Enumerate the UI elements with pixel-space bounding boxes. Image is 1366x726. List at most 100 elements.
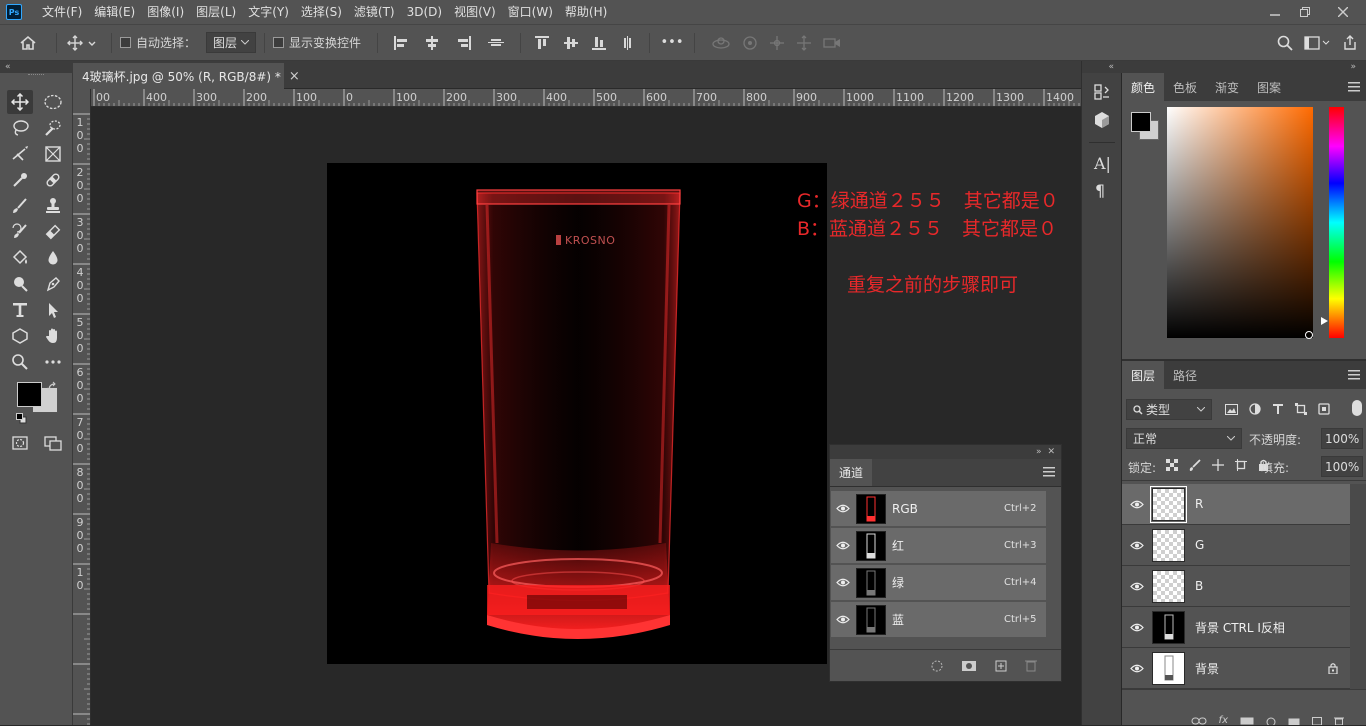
save-selection-channel-icon[interactable]: [961, 660, 977, 672]
collapse-dock-icon[interactable]: «: [1082, 61, 1122, 73]
color-picker-cursor[interactable]: [1305, 331, 1313, 339]
brush-icon[interactable]: [7, 194, 33, 218]
new-group-icon[interactable]: [1288, 717, 1300, 725]
screen-mode-icon[interactable]: [40, 431, 66, 455]
blur-tool-icon[interactable]: [40, 246, 66, 270]
menu-type[interactable]: 文字(Y): [242, 0, 295, 24]
lock-transparent-icon[interactable]: [1166, 459, 1178, 471]
align-hcenter-icon[interactable]: [425, 35, 439, 50]
auto-select-target-dropdown[interactable]: 图层: [206, 32, 257, 53]
filter-shape-icon[interactable]: [1295, 403, 1307, 415]
color-field[interactable]: [1167, 107, 1313, 338]
home-icon[interactable]: [8, 35, 48, 51]
tab-swatches[interactable]: 色板: [1164, 73, 1206, 101]
3d-panel-icon[interactable]: [1093, 111, 1111, 129]
character-panel-icon[interactable]: A|: [1094, 154, 1111, 173]
filter-type-icon[interactable]: [1272, 403, 1284, 415]
channel-row-blue[interactable]: 蓝 Ctrl+5: [831, 602, 1046, 638]
load-channel-selection-icon[interactable]: [931, 660, 943, 672]
fill-input[interactable]: 100%: [1321, 456, 1363, 477]
tab-color[interactable]: 颜色: [1122, 73, 1165, 101]
document-canvas[interactable]: KROSNO: [327, 163, 827, 664]
menu-file[interactable]: 文件(F): [36, 0, 88, 24]
foreground-color-swatch[interactable]: [17, 382, 42, 407]
menu-window[interactable]: 窗口(W): [502, 0, 559, 24]
delete-channel-icon[interactable]: [1025, 659, 1037, 672]
eye-icon[interactable]: [831, 504, 855, 513]
menu-layer[interactable]: 图层(L): [190, 0, 242, 24]
filter-smart-object-icon[interactable]: [1318, 403, 1330, 415]
menu-edit[interactable]: 编辑(E): [88, 0, 141, 24]
3d-roll-icon[interactable]: [742, 35, 758, 51]
layer-row-r[interactable]: R: [1122, 484, 1350, 525]
channel-row-green[interactable]: 绿 Ctrl+4: [831, 565, 1046, 601]
lock-pixels-icon[interactable]: [1189, 459, 1201, 471]
clone-stamp-icon[interactable]: [40, 194, 66, 218]
add-mask-icon[interactable]: [1240, 717, 1254, 725]
3d-pan-icon[interactable]: [769, 35, 785, 51]
panel-menu-icon[interactable]: [1043, 467, 1055, 477]
move-tool-preset-icon[interactable]: [65, 34, 103, 51]
frame-tool-icon[interactable]: [40, 142, 66, 166]
collapse-panel-icon[interactable]: »: [1036, 447, 1042, 457]
eyedropper-icon[interactable]: [7, 168, 33, 192]
distribute-vertical-icon[interactable]: [621, 35, 635, 50]
swap-colors-icon[interactable]: [47, 381, 59, 393]
path-selection-icon[interactable]: [40, 298, 66, 322]
healing-brush-icon[interactable]: [40, 168, 66, 192]
layer-row-background[interactable]: 背景: [1122, 648, 1350, 689]
elliptical-marquee-icon[interactable]: [40, 90, 66, 114]
menu-image[interactable]: 图像(I): [141, 0, 190, 24]
link-layers-icon[interactable]: [1191, 717, 1207, 725]
collapse-right-panels-icon[interactable]: »: [1122, 61, 1366, 73]
eye-icon[interactable]: [1122, 664, 1152, 673]
align-top-icon[interactable]: [535, 35, 550, 50]
lock-artboard-icon[interactable]: [1235, 459, 1247, 471]
eraser-icon[interactable]: [40, 220, 66, 244]
hue-slider[interactable]: [1329, 107, 1344, 338]
layer-row-b[interactable]: B: [1122, 566, 1350, 607]
align-left-icon[interactable]: [394, 35, 408, 50]
pen-tool-icon[interactable]: [40, 272, 66, 296]
crop-tool-icon[interactable]: [7, 142, 33, 166]
default-colors-icon[interactable]: [16, 413, 27, 424]
eye-icon[interactable]: [831, 615, 855, 624]
show-transform-checkbox[interactable]: [273, 37, 285, 48]
opacity-input[interactable]: 100%: [1321, 428, 1363, 449]
hand-tool-icon[interactable]: [40, 324, 66, 348]
channel-row-rgb[interactable]: RGB Ctrl+2: [831, 491, 1046, 527]
move-tool-icon[interactable]: [7, 90, 33, 114]
new-layer-icon[interactable]: [1312, 717, 1322, 725]
search-icon[interactable]: [1270, 35, 1300, 51]
layers-scrollbar[interactable]: [1350, 484, 1366, 689]
layer-row-inverted-background[interactable]: 背景 CTRL I反相: [1122, 607, 1350, 648]
tab-paths[interactable]: 路径: [1164, 361, 1206, 389]
minimize-icon[interactable]: [1260, 0, 1290, 24]
document-tab[interactable]: 4玻璃杯.jpg @ 50% (R, RGB/8#) * ×: [73, 63, 300, 89]
3d-orbit-icon[interactable]: [711, 36, 731, 50]
eye-icon[interactable]: [1122, 623, 1152, 632]
color-fg-swatch[interactable]: [1131, 112, 1151, 132]
menu-3d[interactable]: 3D(D): [401, 0, 448, 24]
history-panel-icon[interactable]: [1093, 83, 1111, 101]
layer-row-g[interactable]: G: [1122, 525, 1350, 566]
paint-bucket-icon[interactable]: [7, 246, 33, 270]
tab-layers[interactable]: 图层: [1122, 361, 1165, 389]
panel-menu-icon[interactable]: [1348, 73, 1366, 101]
close-icon[interactable]: [1320, 0, 1366, 24]
close-panel-icon[interactable]: ✕: [1047, 447, 1055, 457]
menu-view[interactable]: 视图(V): [448, 0, 502, 24]
eye-icon[interactable]: [831, 578, 855, 587]
align-vcenter-icon[interactable]: [563, 36, 578, 50]
dodge-tool-icon[interactable]: [7, 272, 33, 296]
workspace-icon[interactable]: [1300, 35, 1334, 50]
type-tool-icon[interactable]: [7, 298, 33, 322]
channels-scrollbar[interactable]: [1046, 491, 1060, 639]
eye-icon[interactable]: [1122, 541, 1152, 550]
3d-camera-icon[interactable]: [823, 36, 841, 50]
restore-icon[interactable]: [1290, 0, 1320, 24]
channel-row-red[interactable]: 红 Ctrl+3: [831, 528, 1046, 564]
collapse-tools-icon[interactable]: «: [0, 61, 73, 73]
panel-menu-icon[interactable]: [1348, 361, 1366, 389]
zoom-tool-icon[interactable]: [7, 350, 33, 374]
